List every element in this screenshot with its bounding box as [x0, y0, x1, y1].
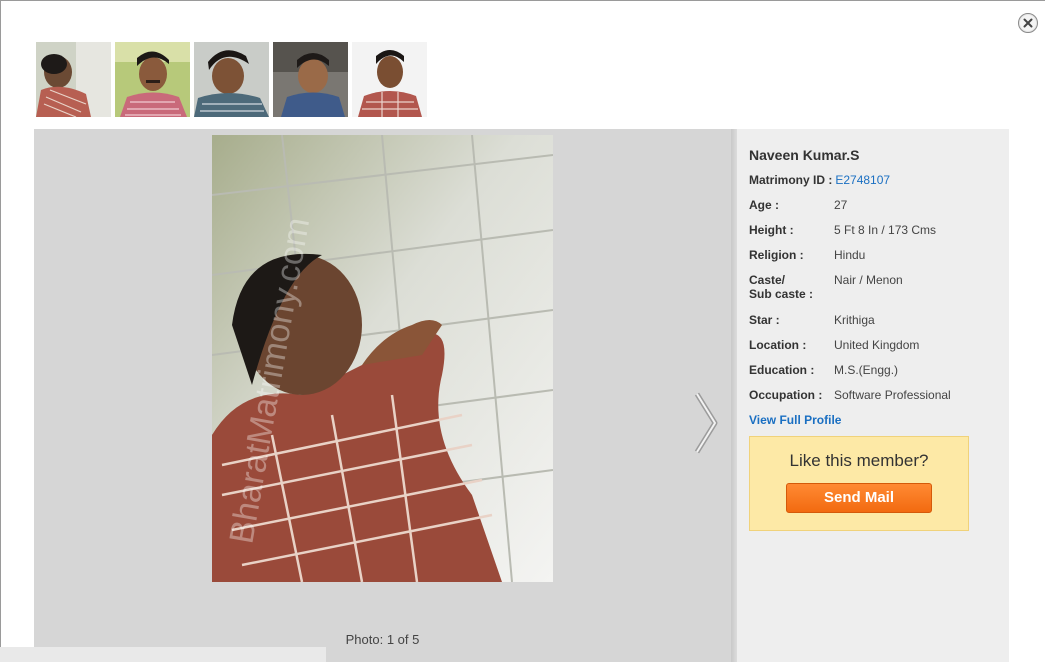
- occupation-label: Occupation :: [749, 388, 823, 402]
- age-label: Age :: [749, 198, 779, 212]
- next-photo-button[interactable]: [694, 392, 718, 454]
- main-photo: BharatMatrimony.com: [212, 135, 553, 582]
- thumb-photo-3[interactable]: [194, 42, 269, 117]
- close-button[interactable]: [1018, 13, 1038, 33]
- thumbnail-strip: [36, 42, 427, 117]
- religion-row: Religion : Hindu: [749, 248, 999, 262]
- like-prompt: Like this member?: [789, 451, 929, 470]
- profile-name: Naveen Kumar.S: [749, 147, 860, 163]
- caste-row: Caste/Sub caste :Nair / Menon: [749, 273, 999, 301]
- occupation-value: Software Professional: [834, 388, 951, 402]
- view-full-profile-link[interactable]: View Full Profile: [749, 413, 841, 427]
- thumb-photo-4[interactable]: [273, 42, 348, 117]
- matrimony-id-label: Matrimony ID :: [749, 173, 833, 187]
- caste-label-line1: Caste/: [749, 273, 786, 287]
- photo-counter: Photo: 1 of 5: [345, 632, 420, 647]
- profile-details-panel: Naveen Kumar.S Matrimony ID : E2748107 Ag…: [737, 129, 1009, 662]
- height-row: Height : 5 Ft 8 In / 173 Cms: [749, 223, 999, 237]
- window-left-border: [0, 0, 1, 662]
- location-label: Location :: [749, 338, 807, 352]
- chevron-right-icon: [694, 392, 718, 454]
- caste-label: Caste/Sub caste :: [749, 273, 834, 301]
- occupation-row: Occupation : Software Professional: [749, 388, 999, 402]
- horizontal-scrollbar[interactable]: [0, 647, 326, 662]
- location-value: United Kingdom: [834, 338, 920, 352]
- religion-value: Hindu: [834, 248, 866, 262]
- send-mail-button[interactable]: Send Mail: [786, 483, 932, 513]
- height-value: 5 Ft 8 In / 173 Cms: [834, 223, 937, 237]
- religion-label: Religion :: [749, 248, 804, 262]
- thumb-photo-1[interactable]: [36, 42, 111, 117]
- education-value: M.S.(Engg.): [834, 363, 899, 377]
- caste-label-line2: Sub caste :: [749, 287, 814, 301]
- matrimony-id-link[interactable]: E2748107: [835, 173, 890, 187]
- like-member-box: Like this member? Send Mail: [749, 436, 969, 531]
- education-label: Education :: [749, 363, 815, 377]
- star-label: Star :: [749, 313, 780, 327]
- thumb-photo-5[interactable]: [352, 42, 427, 117]
- caste-value: Nair / Menon: [834, 273, 903, 287]
- age-value: 27: [834, 198, 848, 212]
- height-label: Height :: [749, 223, 794, 237]
- matrimony-id-row: Matrimony ID : E2748107: [749, 173, 999, 187]
- photo-viewer: BharatMatrimony.com: [34, 129, 731, 662]
- education-row: Education : M.S.(Engg.): [749, 363, 999, 377]
- location-row: Location : United Kingdom: [749, 338, 999, 352]
- star-row: Star : Krithiga: [749, 313, 999, 327]
- close-icon: [1023, 18, 1033, 28]
- window-top-border: [0, 0, 1045, 1]
- star-value: Krithiga: [834, 313, 875, 327]
- age-row: Age : 27: [749, 198, 999, 212]
- thumb-photo-2[interactable]: [115, 42, 190, 117]
